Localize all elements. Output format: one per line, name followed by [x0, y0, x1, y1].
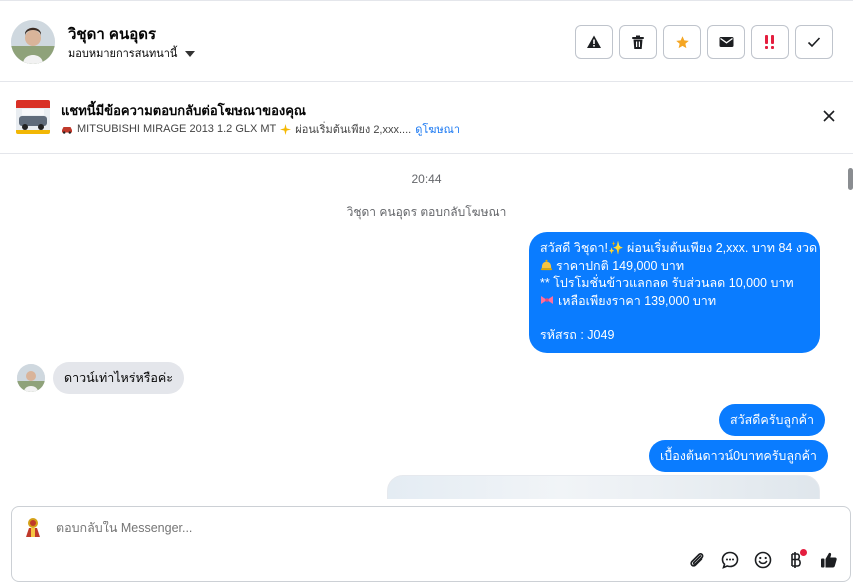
scrollbar-thumb[interactable] — [848, 168, 853, 190]
contact-name[interactable]: วิชุดา คนอุดร — [68, 22, 156, 46]
outgoing-message-greeting[interactable]: สวัสดีครับลูกค้า — [719, 404, 826, 436]
mark-unread-button[interactable] — [707, 25, 745, 59]
image-attachment[interactable] — [387, 475, 820, 499]
payment-button[interactable] — [785, 549, 807, 571]
incoming-message-row: ดาวน์เท่าไหร่หรือค่ะ — [17, 362, 185, 394]
bell-icon — [540, 259, 553, 270]
header-actions — [575, 25, 833, 59]
conversation-header: วิชุดา คนอุดร มอบหมายการสนทนานี้ — [0, 0, 853, 82]
follow-up-button[interactable] — [751, 25, 789, 59]
close-icon — [823, 110, 835, 122]
ad-car-text: MITSUBISHI MIRAGE 2013 1.2 GLX MT — [77, 123, 277, 135]
promo-line-1: สวัสดี วิชุดา!✨ ผ่อนเริ่มต้นเพียง 2,xxx.… — [540, 241, 818, 255]
ad-banner-title: แชทนี้มีข้อความตอบกลับต่อโฆษณาของคุณ — [61, 103, 306, 118]
notification-dot — [800, 549, 807, 556]
composer-toolbar — [686, 549, 840, 571]
outgoing-message-promo[interactable]: สวัสดี วิชุดา!✨ ผ่อนเริ่มต้นเพียง 2,xxx.… — [529, 232, 820, 353]
promo-line-4: เหลือเพียงราคา 139,000 บาท — [540, 293, 810, 311]
message-timestamp: 20:44 — [411, 172, 442, 186]
chat-scrollbar[interactable] — [847, 154, 853, 499]
like-button[interactable] — [818, 549, 840, 571]
star-button[interactable] — [663, 25, 701, 59]
car-icon — [62, 126, 72, 134]
trash-icon — [632, 35, 644, 49]
chat-bubble-icon — [721, 551, 739, 569]
paperclip-icon — [690, 553, 704, 567]
reply-input[interactable] — [56, 521, 616, 535]
message-composer — [11, 506, 851, 582]
page-avatar — [21, 515, 45, 539]
caret-down-icon — [185, 50, 196, 57]
ad-promo-text: ผ่อนเริ่มต้นเพียง 2,xxx.... — [295, 124, 412, 136]
ribbon-icon — [541, 295, 553, 304]
contact-avatar-small[interactable] — [17, 364, 45, 392]
system-message: วิชุดา คนอุดร ตอบกลับโฆษณา — [346, 205, 507, 219]
thumbs-up-icon — [821, 552, 837, 568]
smiley-icon — [754, 551, 772, 569]
assign-label: มอบหมายการสนทนานี้ — [68, 48, 178, 60]
mark-done-button[interactable] — [795, 25, 833, 59]
emoji-button[interactable] — [752, 549, 774, 571]
incoming-message[interactable]: ดาวน์เท่าไหร่หรือค่ะ — [53, 362, 185, 394]
star-icon — [675, 35, 689, 48]
ad-thumbnail[interactable] — [16, 100, 50, 134]
attach-button[interactable] — [686, 549, 708, 571]
exclamation-icon — [765, 35, 774, 49]
promo-line-2: ราคาปกติ 149,000 บาท — [540, 258, 810, 276]
delete-button[interactable] — [619, 25, 657, 59]
promo-line-5: รหัสรถ : J049 — [540, 328, 615, 342]
envelope-icon — [719, 37, 733, 47]
report-spam-button[interactable] — [575, 25, 613, 59]
promo-line-3: ** โปรโมชั่นข้าวแลกลด รับส่วนลด 10,000 บ… — [540, 276, 794, 290]
view-ad-link[interactable]: ดูโฆษณา — [415, 120, 460, 138]
assign-conversation-dropdown[interactable]: มอบหมายการสนทนานี้ — [68, 44, 196, 62]
close-banner-button[interactable] — [821, 108, 837, 124]
check-icon — [807, 37, 821, 48]
ad-banner-subtitle: MITSUBISHI MIRAGE 2013 1.2 GLX MT ผ่อนเร… — [61, 120, 460, 138]
ad-reply-banner: แชทนี้มีข้อความตอบกลับต่อโฆษณาของคุณ MIT… — [0, 82, 853, 154]
outgoing-message-down-payment[interactable]: เบื้องต้นดาวน์0บาทครับลูกค้า — [649, 440, 828, 472]
sparkles-icon — [280, 123, 292, 135]
warning-icon — [587, 35, 601, 48]
message-thread[interactable]: 20:44 วิชุดา คนอุดร ตอบกลับโฆษณา สวัสดี … — [0, 154, 853, 499]
contact-avatar[interactable] — [11, 20, 55, 64]
saved-replies-button[interactable] — [719, 549, 741, 571]
